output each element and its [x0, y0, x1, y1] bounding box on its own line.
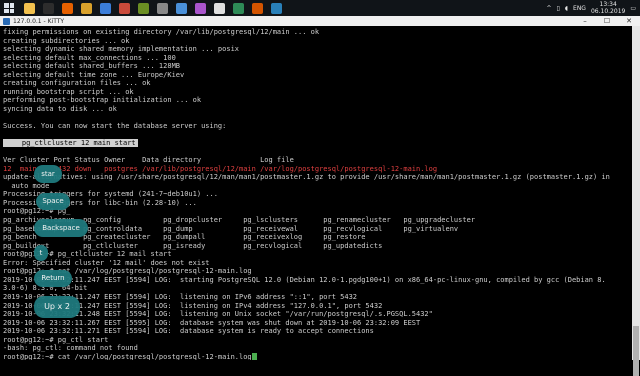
terminal-line: 2019-10-06 23:32:11.247 EEST [5594] LOG:… — [3, 292, 358, 301]
window-title: 127.0.0.1 - KiTTY — [13, 17, 65, 25]
terminal-output[interactable]: fixing permissions on existing directory… — [0, 26, 632, 360]
terminal-line: auto mode — [3, 181, 50, 190]
clock-time: 13:34 — [599, 1, 617, 8]
scrollbar-thumb[interactable] — [633, 326, 639, 376]
app-icon[interactable] — [138, 2, 149, 14]
terminal-line: selecting default time zone ... Europe/K… — [3, 70, 185, 79]
terminal-line: Processing triggers for systemd (241-7~d… — [3, 190, 218, 199]
terminal-line: 2019-10-06 23:32:11.267 EEST [5595] LOG:… — [3, 318, 421, 327]
terminal-line: selecting default max_connections ... 10… — [3, 53, 176, 62]
maximize-icon[interactable]: ☐ — [596, 16, 618, 26]
keystroke-bubble: Space — [36, 193, 70, 210]
terminal-line: 2019-10-06 23:32:11.247 EEST [5594] LOG:… — [3, 275, 606, 284]
keystroke-bubble: t — [34, 245, 48, 261]
terminal-line: creating subdirectories ... ok — [3, 36, 130, 45]
current-prompt-line: root@pg12:~# cat /var/log/postgresql/pos… — [3, 353, 632, 360]
keystroke-bubble: Return — [34, 270, 72, 287]
cluster-status-line: 12 main 5432 down postgres /var/lib/post… — [3, 164, 438, 173]
terminal-line: performing post-bootstrap initialization… — [3, 96, 202, 105]
terminal-line: creating configuration files ... ok — [3, 79, 151, 88]
terminal-line: fixing permissions on existing directory… — [3, 28, 320, 36]
chevron-up-icon[interactable]: ^ — [547, 5, 552, 12]
network-icon[interactable]: ▯ — [557, 5, 560, 12]
highlighted-command: pg_ctlcluster 12 main start — [3, 139, 138, 148]
terminal-icon[interactable] — [43, 2, 54, 14]
language-indicator[interactable]: ENG — [573, 5, 586, 12]
taskbar: ^ ▯ ◖ ENG 13:34 06.10.2019 ▭ — [0, 0, 640, 16]
windows-start-icon[interactable] — [4, 3, 14, 13]
app-icon[interactable] — [100, 2, 111, 14]
close-icon[interactable]: ✕ — [618, 16, 640, 26]
taskbar-pinned-apps — [20, 2, 286, 14]
terminal-line: syncing data to disk ... ok — [3, 104, 117, 113]
minimize-icon[interactable]: – — [574, 16, 596, 26]
terminal-line: 2019-10-06 23:32:11.247 EEST [5594] LOG:… — [3, 301, 383, 310]
terminal-line: Error: Specified cluster '12 mail' does … — [3, 258, 210, 267]
volume-icon[interactable]: ◖ — [565, 5, 568, 12]
folder-icon[interactable] — [81, 2, 92, 14]
app-icon[interactable] — [157, 2, 168, 14]
terminal-line: -bash: pg_ctl: command not found — [3, 344, 138, 353]
window-titlebar[interactable]: 127.0.0.1 - KiTTY – ☐ ✕ — [0, 16, 640, 26]
app-icon[interactable] — [176, 2, 187, 14]
keystroke-bubble: Up x 2 — [34, 296, 80, 318]
terminal-line: Processing triggers for libc-bin (2.28-1… — [3, 198, 197, 207]
terminal-line: Ver Cluster Port Status Owner Data direc… — [3, 156, 294, 165]
browser-icon[interactable] — [62, 2, 73, 14]
terminal-line: update-alternatives: using /usr/share/po… — [3, 173, 610, 182]
terminal-line: 2019-10-06 23:32:11.248 EEST [5594] LOG:… — [3, 310, 433, 319]
kitty-app-icon[interactable] — [3, 17, 10, 25]
app-icon[interactable] — [271, 2, 282, 14]
app-icon[interactable] — [119, 2, 130, 14]
cluster-status-line: 12 main 5432 down postgres /var/lib/post… — [3, 165, 632, 174]
terminal-line: root@pg12:~# cat /var/log/postgresql/pos… — [3, 267, 252, 276]
file-explorer-icon[interactable] — [24, 2, 35, 14]
highlighted-command: pg_ctlcluster 12 main start — [3, 139, 632, 148]
scrollbar[interactable] — [632, 26, 640, 376]
app-icon[interactable] — [214, 2, 225, 14]
app-icon[interactable] — [252, 2, 263, 14]
terminal-line: pg_bench pg_createcluster pg_dumpall pg_… — [3, 233, 366, 242]
clock[interactable]: 13:34 06.10.2019 — [591, 1, 625, 15]
terminal-line: running bootstrap script ... ok — [3, 87, 134, 96]
clock-date: 06.10.2019 — [590, 8, 626, 15]
terminal-line: root@pg12:~# pg_ — [3, 207, 71, 216]
terminal-line: pg_basebackup pg_controldata pg_dump pg_… — [3, 224, 459, 233]
terminal-line: pg_archivecleanup pg_config pg_dropclust… — [3, 216, 476, 225]
terminal-line: Success. You can now start the database … — [3, 122, 227, 131]
notification-icon[interactable]: ▭ — [630, 5, 636, 12]
terminal-line: 2019-10-06 23:32:11.271 EEST [5594] LOG:… — [3, 327, 374, 336]
app-icon[interactable] — [233, 2, 244, 14]
terminal-line: selecting default shared_buffers ... 128… — [3, 62, 181, 71]
terminal-cursor — [251, 353, 257, 360]
terminal-line: root@pg12:~# pg_ctl start — [3, 335, 109, 344]
terminal-line: selecting dynamic shared memory implemen… — [3, 45, 240, 54]
app-icon[interactable] — [195, 2, 206, 14]
system-tray: ^ ▯ ◖ ENG 13:34 06.10.2019 ▭ — [547, 0, 636, 16]
terminal-line: 3.0-6) 8.3.0, 64-bit — [3, 284, 88, 293]
keystroke-bubble: Backspace — [34, 219, 88, 237]
keystroke-bubble: star — [34, 165, 62, 183]
terminal-line: pg_buildext pg_ctlcluster pg_isready pg_… — [3, 241, 383, 250]
terminal-line: root@pg12:~# pg_ctlcluster 12 mail start — [3, 250, 172, 259]
